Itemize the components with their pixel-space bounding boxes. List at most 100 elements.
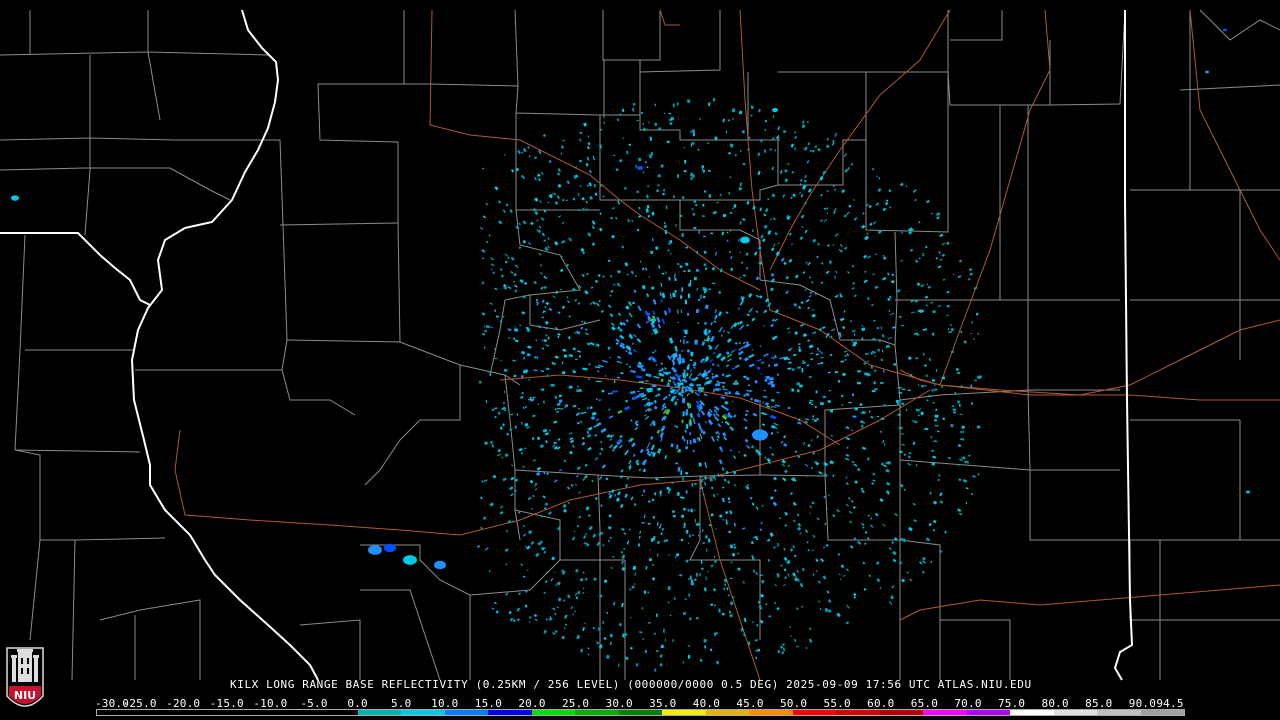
echo-pixel [748,384,750,387]
echo-pixel [684,299,688,305]
scale-segment [488,710,532,715]
echo-pixel [934,414,939,418]
echo-pixel [677,450,681,453]
echo-pixel [657,174,661,178]
echo-pixel [679,265,683,268]
echo-pixel [680,470,683,476]
echo-pixel [692,174,695,178]
echo-pixel [601,389,605,393]
echo-pixel [764,378,768,382]
echo-pixel [702,203,705,207]
echo-pixel [681,358,686,364]
scale-segment [1010,710,1054,715]
echo-pixel [663,224,667,229]
echo-pixel [682,475,684,482]
scale-segment [531,710,576,715]
echo-pixel [675,224,677,227]
echo-pixel [491,408,495,412]
echo-pixel [558,394,562,398]
echo-pixel [537,403,540,405]
echo-pixel [712,211,716,215]
echo-pixel [685,471,688,475]
echo-pixel [660,532,663,535]
echo-pixel [669,614,672,616]
echo-pixel [654,668,657,672]
scale-segment [444,710,489,715]
echo-pixel [672,292,676,298]
echo-pixel [952,408,957,411]
echo-pixel [652,516,656,519]
echo-pixel [905,408,908,412]
echo-pixel [640,111,644,114]
echo-pixel [791,388,795,392]
echo-pixel [646,166,649,169]
echo-pixel [687,312,690,316]
echo-pixel [654,103,657,107]
echo-pixel [533,356,537,359]
echo-pixel [696,572,698,577]
echo-pixel [679,295,683,299]
echo-pixel [714,136,718,140]
echo-pixel [647,591,650,594]
echo-pixel [893,363,897,366]
echo-pixel [687,349,690,353]
echo-pixel [744,375,747,378]
echo-pixel [479,380,482,384]
echo-pixel [703,235,706,238]
echo-pixel [827,400,831,403]
echo-pixel [695,269,700,272]
echo-pixel [686,439,689,445]
echo-pixel [871,390,876,393]
echo-pixel [880,358,883,361]
echo-pixel [680,309,682,313]
echo-pixel [672,381,676,384]
echo-pixel [667,601,670,604]
echo-pixel [546,374,548,378]
echo-pixel [672,639,674,643]
echo-pixel [651,384,657,388]
echo-pixel [657,540,660,544]
echo-pixel [897,400,902,402]
echo-pixel [679,496,683,499]
echo-pixel [683,329,685,333]
echo-pixel [668,112,672,115]
echo-pixel [702,215,705,218]
echo-pixel [661,528,664,531]
echo-pixel [568,385,573,389]
echo-pixel [677,263,680,265]
echo-pixel [676,102,679,106]
echo-pixel [503,368,508,372]
echo-pixel [670,253,672,255]
echo-pixel [950,423,954,428]
scale-segment [1097,710,1141,715]
echo-pixel [728,119,730,122]
echo-pixel [708,524,711,527]
echo-pixel [683,369,686,375]
echo-pixel [692,213,696,216]
echo-pixel [696,383,702,387]
echo-pixel [851,393,855,397]
echo-pixel [694,483,697,485]
echo-pixel [667,586,671,591]
echo-pixel [680,538,684,542]
echo-pixel [683,338,685,345]
echo-pixel [687,269,691,272]
echo-pixel [978,375,982,378]
echo-pixel [692,449,695,453]
echo-pixel [733,382,739,385]
echo-pixel [696,616,699,620]
echo-pixel [698,522,701,525]
echo-pixel [956,371,961,374]
echo-pixel [791,368,795,371]
echo-pixel [769,380,774,384]
echo-pixel [656,189,659,193]
echo-pixel [861,410,866,415]
echo-pixel [663,628,665,633]
echo-pixel [682,397,686,403]
echo-pixel [920,412,924,416]
echo-pixel [672,103,675,108]
echo-pixel [808,376,812,378]
echo-pixel [687,99,691,103]
echo-pixel [867,360,869,362]
echo-pixel [685,490,688,494]
